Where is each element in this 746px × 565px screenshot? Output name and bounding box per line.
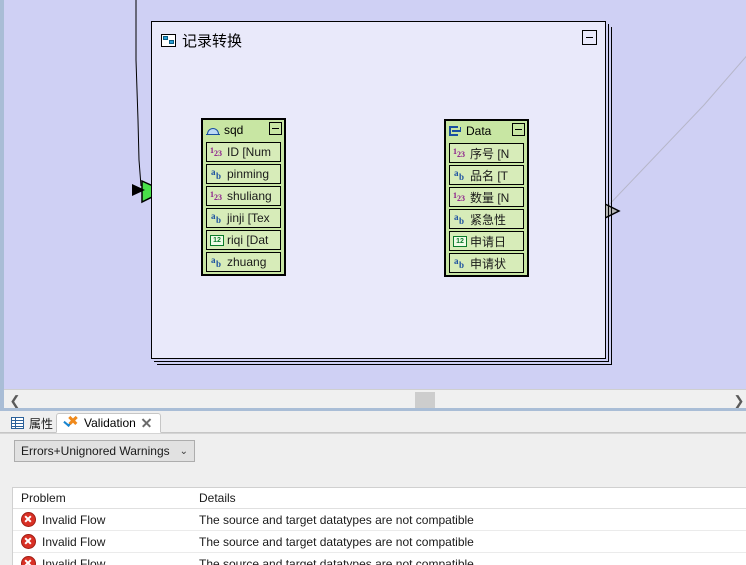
source-field-row[interactable]: 12 riqi [Dat bbox=[206, 230, 281, 250]
validation-problems-grid[interactable]: Problem Details Invalid Flow The source … bbox=[12, 487, 746, 565]
mapping-icon bbox=[161, 34, 176, 47]
source-field-label: zhuang bbox=[227, 255, 267, 269]
source-table-sqd[interactable]: sqd 123 ID [Num ab pinming 1 2 3 shulian… bbox=[201, 118, 286, 276]
source-field-row[interactable]: 123 shuliang bbox=[206, 186, 281, 206]
target-field-row[interactable]: ab 紧急性 bbox=[449, 209, 524, 229]
validation-filter-row: Errors+Unignored Warnings ⌄ bbox=[0, 434, 746, 466]
validation-icon bbox=[63, 414, 79, 430]
target-field-label: 品名 [T bbox=[470, 168, 508, 183]
row-problem-cell: Invalid Flow bbox=[13, 534, 195, 549]
source-table-header[interactable]: sqd bbox=[203, 120, 284, 140]
text-type-icon: ab bbox=[454, 167, 465, 182]
text-type-icon: ab bbox=[211, 254, 222, 269]
number-type-icon: 123 bbox=[210, 189, 222, 202]
row-details-cell: The source and target datatypes are not … bbox=[199, 556, 474, 565]
scrollbar-thumb[interactable] bbox=[415, 392, 435, 409]
text-type-icon: ab bbox=[211, 210, 222, 225]
row-problem-cell: Invalid Flow bbox=[13, 512, 195, 527]
target-field-label: 申请状 bbox=[470, 256, 507, 271]
target-field-label: 申请日 bbox=[470, 234, 507, 249]
mapping-editor-canvas[interactable]: 记录转换 sqd 123 ID [Num a b pinming 1 2 3 s… bbox=[0, 0, 746, 411]
date-type-icon: 12 bbox=[453, 235, 467, 247]
severity-filter-dropdown[interactable]: Errors+Unignored Warnings ⌄ bbox=[14, 440, 196, 462]
source-field-label: pinming bbox=[227, 167, 270, 181]
tab-validation-label: Validation bbox=[84, 416, 136, 430]
source-table-name: sqd bbox=[224, 123, 244, 137]
row-problem-cell: Invalid Flow bbox=[13, 556, 195, 565]
target-table-minimize-icon[interactable] bbox=[512, 123, 525, 136]
database-table-icon bbox=[206, 124, 220, 136]
grid-body: Invalid Flow The source and target datat… bbox=[13, 509, 746, 565]
table-row[interactable]: Invalid Flow The source and target datat… bbox=[13, 553, 746, 565]
target-table-header[interactable]: Data bbox=[446, 121, 527, 141]
close-icon[interactable] bbox=[141, 417, 153, 429]
table-row[interactable]: Invalid Flow The source and target datat… bbox=[13, 531, 746, 553]
target-table-name: Data bbox=[466, 124, 492, 138]
target-field-label: 数量 [N bbox=[470, 190, 510, 205]
text-type-icon: ab bbox=[454, 255, 465, 270]
source-field-row[interactable]: ab jinji [Tex bbox=[206, 208, 281, 228]
source-table-minimize-icon[interactable] bbox=[269, 122, 282, 135]
source-field-label: ID [Num bbox=[227, 145, 272, 159]
input-terminal-arrow-tip bbox=[132, 184, 145, 196]
tab-properties[interactable]: 属性 bbox=[4, 413, 60, 433]
source-field-label: jinji [Tex bbox=[227, 211, 270, 225]
target-field-row[interactable]: 123 序号 [N bbox=[449, 143, 524, 163]
column-header-problem[interactable]: Problem bbox=[13, 491, 195, 505]
number-type-icon: 123 bbox=[453, 146, 465, 159]
row-details-cell: The source and target datatypes are not … bbox=[199, 534, 474, 549]
row-problem-label: Invalid Flow bbox=[42, 556, 106, 565]
grid-header-row: Problem Details bbox=[13, 488, 746, 509]
source-field-row[interactable]: 123 ID [Num bbox=[206, 142, 281, 162]
tab-properties-label: 属性 bbox=[29, 416, 54, 431]
number-type-icon: 123 bbox=[453, 190, 465, 203]
date-type-icon: 12 bbox=[210, 234, 224, 246]
canvas-viewport[interactable]: 记录转换 sqd 123 ID [Num a b pinming 1 2 3 s… bbox=[4, 0, 746, 389]
target-field-row[interactable]: ab 品名 [T bbox=[449, 165, 524, 185]
target-field-row[interactable]: 12 申请日 bbox=[449, 231, 524, 251]
error-icon bbox=[21, 512, 36, 527]
column-header-details[interactable]: Details bbox=[195, 491, 746, 505]
outgoing-flow-line bbox=[604, 55, 746, 210]
table-row[interactable]: Invalid Flow The source and target datat… bbox=[13, 509, 746, 531]
chevron-down-icon: ⌄ bbox=[179, 445, 189, 457]
bottom-view-panel: 属性 Validation Errors+Unignored Warnings … bbox=[0, 411, 746, 565]
mapping-title-text: 记录转换 bbox=[182, 33, 243, 50]
source-field-label: shuliang bbox=[227, 189, 272, 203]
target-field-row[interactable]: ab 申请状 bbox=[449, 253, 524, 273]
target-field-label: 紧急性 bbox=[470, 212, 507, 227]
target-table-data[interactable]: Data 123 序号 [N ab 品名 [T 1 2 3 数量 [N a b … bbox=[444, 119, 529, 277]
tab-validation[interactable]: Validation bbox=[56, 413, 161, 433]
canvas-minimize-icon[interactable] bbox=[582, 30, 597, 45]
application-window: 记录转换 sqd 123 ID [Num a b pinming 1 2 3 s… bbox=[0, 0, 746, 565]
source-field-label: riqi [Dat bbox=[227, 233, 269, 247]
target-field-label: 序号 [N bbox=[470, 146, 510, 161]
text-type-icon: ab bbox=[454, 211, 465, 226]
text-type-icon: ab bbox=[211, 166, 222, 181]
target-field-row[interactable]: 123 数量 [N bbox=[449, 187, 524, 207]
number-type-icon: 123 bbox=[210, 145, 222, 158]
source-field-row[interactable]: ab pinming bbox=[206, 164, 281, 184]
error-icon bbox=[21, 534, 36, 549]
incoming-flow-line bbox=[135, 0, 142, 187]
structure-icon bbox=[449, 125, 462, 137]
severity-filter-value: Errors+Unignored Warnings bbox=[21, 444, 170, 458]
row-problem-label: Invalid Flow bbox=[42, 534, 106, 549]
bottom-view-tabbar: 属性 Validation bbox=[0, 411, 746, 434]
source-field-row[interactable]: ab zhuang bbox=[206, 252, 281, 272]
error-icon bbox=[21, 556, 36, 565]
mapping-title: 记录转换 bbox=[161, 30, 242, 51]
properties-icon bbox=[11, 417, 24, 429]
row-details-cell: The source and target datatypes are not … bbox=[199, 512, 474, 527]
row-problem-label: Invalid Flow bbox=[42, 512, 106, 527]
